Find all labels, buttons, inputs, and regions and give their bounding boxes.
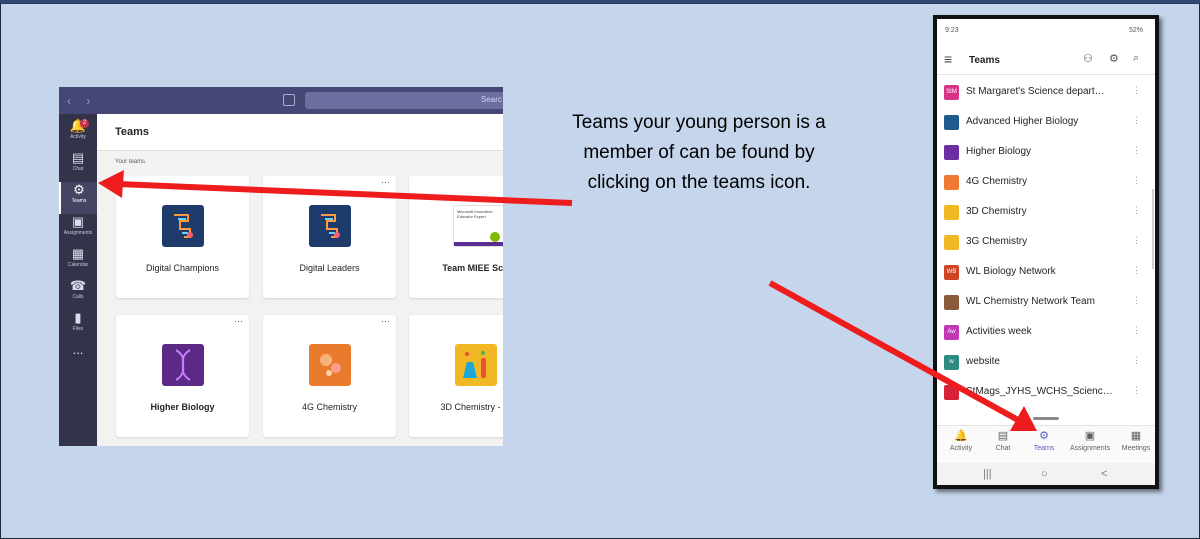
arrow-to-desktop-teams xyxy=(117,181,573,206)
arrow-to-mobile-teams xyxy=(768,280,1020,423)
arrowhead-left xyxy=(98,170,124,198)
arrows-overlay xyxy=(98,170,1037,431)
